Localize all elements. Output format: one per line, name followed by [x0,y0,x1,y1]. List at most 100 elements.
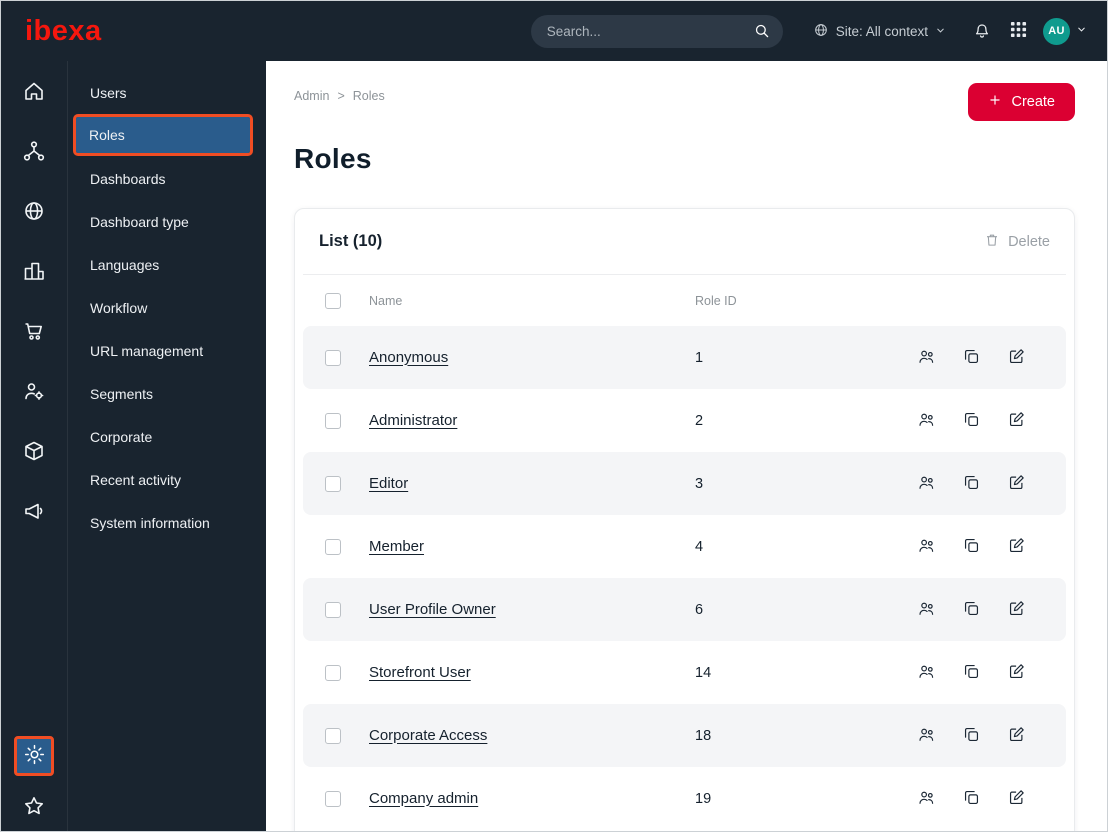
search-input[interactable] [530,14,783,48]
role-name-link[interactable]: Administrator [369,412,457,429]
row-actions [917,788,1026,810]
rail-item-user-settings[interactable] [22,379,46,406]
sidebar-item-corporate[interactable]: Corporate [68,415,266,458]
copy-role-button[interactable] [962,662,981,684]
rail-item-bookmarks[interactable] [22,794,46,821]
role-name-link[interactable]: Member [369,538,424,555]
edit-role-button[interactable] [1007,788,1026,810]
sidebar-item-url-management[interactable]: URL management [68,329,266,372]
copy-icon [962,536,981,558]
edit-role-button[interactable] [1007,599,1026,621]
rail-item-package[interactable] [22,439,46,466]
edit-icon [1007,473,1026,495]
user-avatar[interactable]: AU [1043,17,1070,45]
row-checkbox[interactable] [325,538,341,555]
copy-icon [962,725,981,747]
copy-role-button[interactable] [962,473,981,495]
list-card-header: List (10) Delete [303,209,1066,275]
copy-role-button[interactable] [962,410,981,432]
row-checkbox[interactable] [325,412,341,429]
assign-users-button[interactable] [917,410,936,432]
create-button[interactable]: Create [968,83,1075,121]
table-row: Corporate Access 18 [303,704,1066,767]
edit-role-button[interactable] [1007,536,1026,558]
role-name-link[interactable]: Corporate Access [369,727,487,744]
sidebar-item-workflow[interactable]: Workflow [68,286,266,329]
bell-icon [972,20,992,43]
role-name-link[interactable]: Storefront User [369,664,471,681]
edit-role-button[interactable] [1007,725,1026,747]
page-title: Roles [294,143,372,174]
row-checkbox[interactable] [325,601,341,618]
role-name-link[interactable]: Company admin [369,790,478,807]
site-context-selector[interactable]: Site: All context [813,22,946,41]
assign-users-button[interactable] [917,788,936,810]
role-id: 6 [695,601,704,618]
list-count-title: List (10) [319,232,383,250]
rail-item-cart[interactable] [22,319,46,346]
table-row: Anonymous 1 [303,326,1066,389]
apps-grid-button[interactable] [1010,21,1027,41]
edit-role-button[interactable] [1007,662,1026,684]
role-id: 14 [695,664,712,681]
rail-item-home[interactable] [22,79,46,106]
assign-users-button[interactable] [917,347,936,369]
cart-icon [22,319,46,346]
sidebar-item-recent-activity[interactable]: Recent activity [68,458,266,501]
row-checkbox[interactable] [325,727,341,744]
copy-role-button[interactable] [962,599,981,621]
breadcrumb-admin[interactable]: Admin [294,89,329,103]
row-checkbox[interactable] [325,790,341,807]
row-actions [917,473,1026,495]
user-menu-chevron-icon[interactable] [1076,22,1087,40]
copy-role-button[interactable] [962,725,981,747]
create-button-label: Create [1011,94,1055,110]
rail-item-settings[interactable] [14,736,54,776]
sidebar-item-dashboards[interactable]: Dashboards [68,157,266,200]
table-row: Editor 3 [303,452,1066,515]
copy-role-button[interactable] [962,536,981,558]
sidebar-item-roles[interactable]: Roles [73,114,253,156]
sidebar-item-languages[interactable]: Languages [68,243,266,286]
sidebar-item-users[interactable]: Users [68,71,266,114]
delete-button-label: Delete [1008,233,1050,250]
notifications-button[interactable] [972,20,992,43]
role-name-link[interactable]: Anonymous [369,349,448,366]
row-checkbox[interactable] [325,664,341,681]
assign-users-button[interactable] [917,473,936,495]
apps-grid-icon [1010,21,1027,41]
assign-users-button[interactable] [917,662,936,684]
delete-button[interactable]: Delete [984,232,1050,252]
assign-users-button[interactable] [917,725,936,747]
megaphone-icon [22,499,46,526]
copy-icon [962,347,981,369]
main-content: Admin > Roles Create Roles List (10) Del… [266,61,1107,831]
rail-item-globe[interactable] [22,199,46,226]
assign-users-icon [917,410,936,432]
rail-item-buildings[interactable] [22,259,46,286]
edit-role-button[interactable] [1007,347,1026,369]
ibexa-logo[interactable]: ibexa [25,16,102,46]
admin-sidebar: Users Roles Dashboards Dashboard type Langua… [68,61,266,831]
role-name-link[interactable]: Editor [369,475,408,492]
assign-users-button[interactable] [917,536,936,558]
sidebar-item-system-information[interactable]: System information [68,501,266,544]
rail-item-sitemap[interactable] [22,139,46,166]
copy-role-button[interactable] [962,788,981,810]
row-checkbox[interactable] [325,349,341,366]
package-icon [22,439,46,466]
role-id: 1 [695,349,704,366]
role-name-link[interactable]: User Profile Owner [369,601,496,618]
edit-role-button[interactable] [1007,410,1026,432]
assign-users-button[interactable] [917,599,936,621]
plus-icon [988,93,1002,111]
rail-item-megaphone[interactable] [22,499,46,526]
edit-role-button[interactable] [1007,473,1026,495]
search-icon[interactable] [753,22,771,45]
sidebar-item-dashboard-type[interactable]: Dashboard type [68,200,266,243]
copy-role-button[interactable] [962,347,981,369]
select-all-checkbox[interactable] [325,292,341,309]
sidebar-item-segments[interactable]: Segments [68,372,266,415]
rail-bottom-group [14,736,54,821]
row-checkbox[interactable] [325,475,341,492]
